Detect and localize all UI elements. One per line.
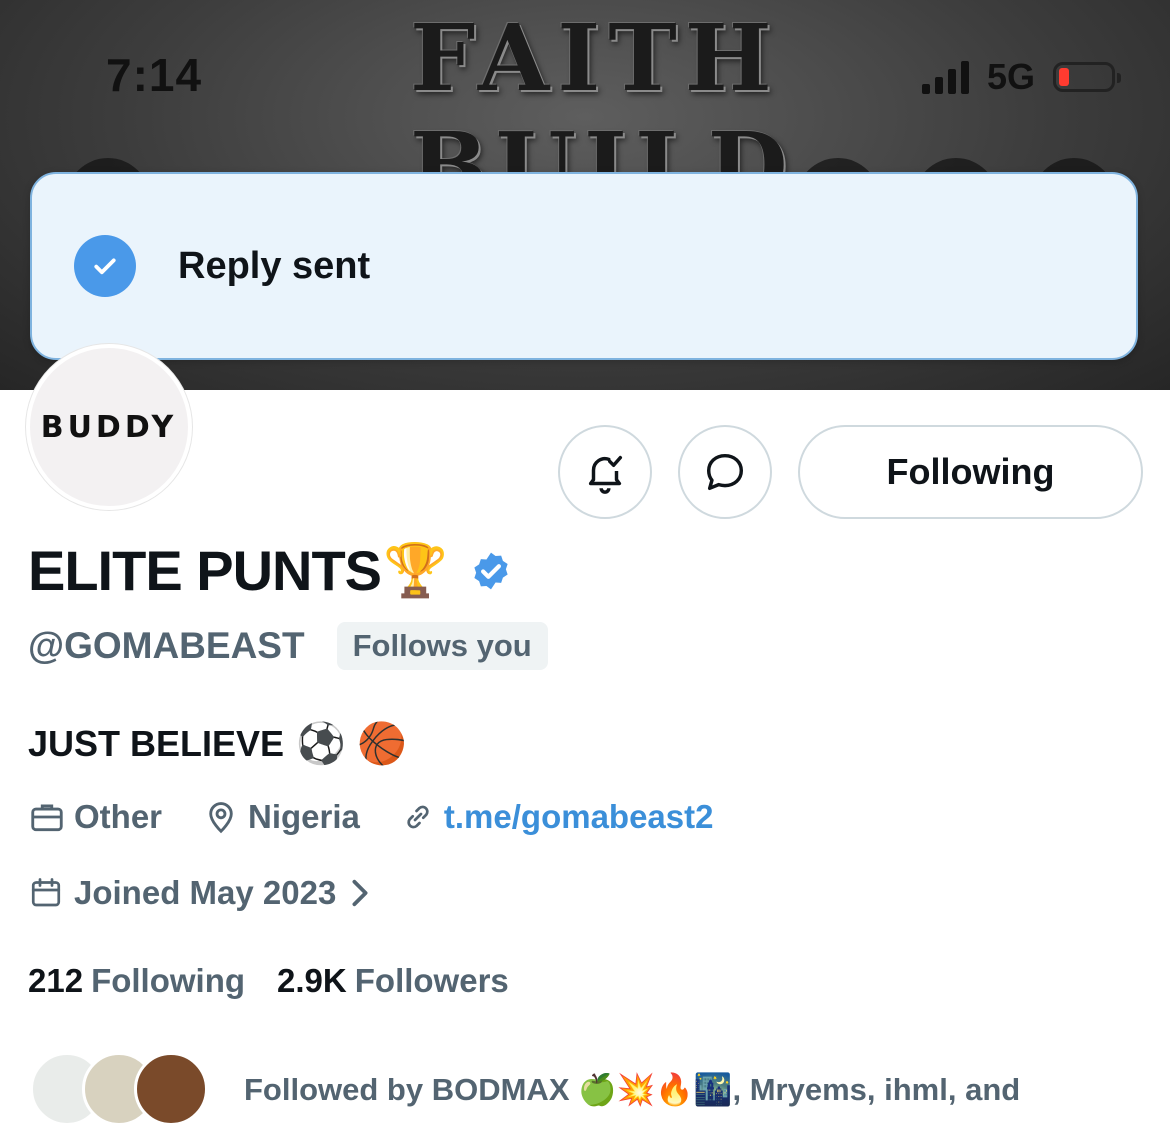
website-link[interactable]: t.me/gomabeast2 <box>444 798 714 836</box>
profile-bio: JUST BELIEVE ⚽ 🏀 <box>28 720 407 767</box>
following-button[interactable]: Following <box>798 425 1143 519</box>
follow-stats: 212 Following 2.9K Followers <box>28 962 541 1000</box>
profile-avatar[interactable]: BUDDY <box>26 344 192 510</box>
bell-check-icon <box>588 455 623 494</box>
toast-message: Reply sent <box>178 244 371 287</box>
display-name: ELITE PUNTS <box>28 539 382 602</box>
profile-website[interactable]: t.me/gomabeast2 <box>400 798 714 836</box>
battery-level <box>1059 68 1069 86</box>
followers-count[interactable]: 2.9K <box>277 962 347 1000</box>
signal-strength-icon <box>921 60 969 94</box>
status-bar-indicators: 5G <box>921 56 1121 98</box>
follows-you-badge: Follows you <box>336 622 548 670</box>
reply-sent-toast[interactable]: Reply sent <box>30 172 1138 360</box>
profile-handle-row: @GOMABEAST Follows you <box>28 622 548 670</box>
banner-text-line1: FAITH <box>410 4 780 112</box>
bio-emoji: ⚽ 🏀 <box>296 722 407 766</box>
check-circle-icon <box>74 235 136 297</box>
category-label: Other <box>74 798 163 835</box>
status-bar-time: 7:14 <box>106 49 203 101</box>
network-type: 5G <box>986 56 1035 97</box>
chevron-right-icon <box>352 879 368 907</box>
profile-meta-row: Other Nigeria t.me/gomabeast2 <box>28 798 753 836</box>
link-icon <box>407 805 429 829</box>
followed-by-text: Followed by BODMAX 🍏💥🔥🌃, Mryems, ihml, a… <box>244 1071 1021 1107</box>
avatar-logo-text: BUDDY <box>40 409 178 445</box>
bio-text: JUST BELIEVE <box>28 722 285 764</box>
battery-icon <box>1053 62 1121 92</box>
following-count[interactable]: 212 <box>28 962 83 1000</box>
profile-location: Nigeria <box>202 798 360 836</box>
location-pin-icon <box>209 802 233 834</box>
message-bubble-icon <box>706 453 744 491</box>
followed-by-row[interactable]: Followed by BODMAX 🍏💥🔥🌃, Mryems, ihml, a… <box>30 1052 1020 1126</box>
briefcase-icon <box>31 804 63 832</box>
followers-label[interactable]: Followers <box>355 962 509 1000</box>
message-button[interactable] <box>678 425 772 519</box>
follower-avatar <box>134 1052 208 1126</box>
profile-name-row: ELITE PUNTS 🏆 <box>28 538 512 603</box>
verified-badge-icon[interactable] <box>470 550 512 592</box>
following-label[interactable]: Following <box>91 962 245 1000</box>
joined-date-row[interactable]: Joined May 2023 <box>28 874 370 912</box>
trophy-emoji: 🏆 <box>383 542 448 600</box>
username-handle: @GOMABEAST <box>28 625 305 666</box>
profile-category: Other <box>28 798 162 836</box>
calendar-icon <box>31 878 61 907</box>
joined-date: Joined May 2023 <box>74 874 337 911</box>
notifications-button[interactable] <box>558 425 652 519</box>
location-label: Nigeria <box>248 798 360 835</box>
